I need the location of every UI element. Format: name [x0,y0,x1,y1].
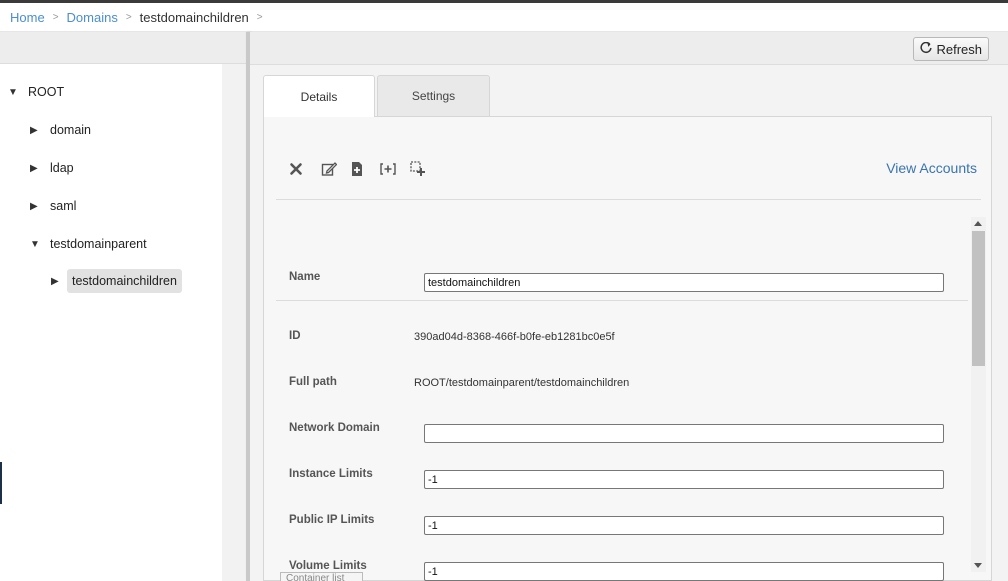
left-edge-marker [0,462,2,504]
refresh-label: Refresh [936,41,982,57]
tree-node-saml[interactable]: ▶ saml [30,196,80,216]
caret-down-icon[interactable]: ▼ [8,87,24,98]
edit-icon[interactable] [319,159,339,179]
network-domain-input[interactable] [424,424,944,443]
name-input[interactable] [424,273,944,292]
domain-tree-panel: ▼ ROOT ▶ domain ▶ ldap ▶ saml ▼ testdoma… [0,32,246,581]
breadcrumb-separator: > [125,11,132,23]
link-ldap-icon[interactable] [378,159,398,179]
public-ip-limits-label: Public IP Limits [289,514,375,526]
add-domain-icon[interactable] [347,159,367,179]
full-path-value: ROOT/testdomainparent/testdomainchildren [414,377,630,389]
refresh-icon [920,41,933,57]
id-value: 390ad04d-8368-466f-b0fe-eb1281bc0e5f [414,331,615,343]
tree-node-label: testdomainparent [50,237,147,251]
caret-down-icon[interactable]: ▼ [30,239,46,250]
tree-panel-strip [222,64,246,581]
caret-right-icon[interactable]: ▶ [51,276,67,287]
delete-icon[interactable] [286,159,306,179]
tree-node-domain[interactable]: ▶ domain [30,120,95,140]
network-domain-label: Network Domain [289,422,380,434]
breadcrumb-separator: > [52,11,59,23]
import-ldap-icon[interactable] [408,159,428,179]
breadcrumb-domains[interactable]: Domains [67,10,118,25]
row-separator [276,300,968,301]
breadcrumb-home[interactable]: Home [10,10,45,25]
tree-node-label: ldap [50,161,74,175]
tree-node-label: ROOT [28,85,65,99]
action-toolbar: View Accounts [276,117,981,200]
instance-limits-input[interactable] [424,470,944,489]
scroll-thumb[interactable] [972,231,985,366]
scroll-down-arrow-icon[interactable] [974,563,982,568]
tree-node-label: saml [50,199,77,213]
caret-right-icon[interactable]: ▶ [30,201,46,212]
tree-node-label: domain [50,123,91,137]
tab-settings[interactable]: Settings [377,75,490,116]
tree-panel-header [0,32,246,64]
name-label: Name [289,271,321,283]
detail-panel-header: Refresh [250,32,1008,65]
caret-right-icon[interactable]: ▶ [30,125,46,136]
caret-right-icon[interactable]: ▶ [30,163,46,174]
tree-node-testdomainparent[interactable]: ▼ testdomainparent [30,234,151,254]
scroll-up-arrow-icon[interactable] [974,221,982,226]
full-path-label: Full path [289,376,337,388]
tree-node-testdomainchildren[interactable]: ▶ testdomainchildren [51,269,182,293]
public-ip-limits-input[interactable] [424,516,944,535]
details-scrollbar[interactable] [971,217,986,572]
id-label: ID [289,330,301,342]
breadcrumb-separator: > [256,11,263,23]
tree-node-ldap[interactable]: ▶ ldap [30,158,78,178]
volume-limits-input[interactable] [424,562,944,581]
volume-limits-label: Volume Limits [289,560,367,572]
container-list-button[interactable]: Container list [280,572,363,581]
details-content: View Accounts Name ID 390ad04d-8368-466f… [263,116,992,581]
breadcrumb-current: testdomainchildren [139,9,249,25]
view-accounts-link[interactable]: View Accounts [886,160,977,176]
tab-details[interactable]: Details [263,75,375,117]
tree-node-label: testdomainchildren [67,269,182,293]
domain-detail-panel: Refresh Details Settings View Accounts N… [250,32,1008,581]
breadcrumb: Home > Domains > testdomainchildren > [0,3,1008,32]
refresh-button[interactable]: Refresh [913,37,989,61]
instance-limits-label: Instance Limits [289,468,373,480]
tree-node-root[interactable]: ▼ ROOT [8,82,68,102]
